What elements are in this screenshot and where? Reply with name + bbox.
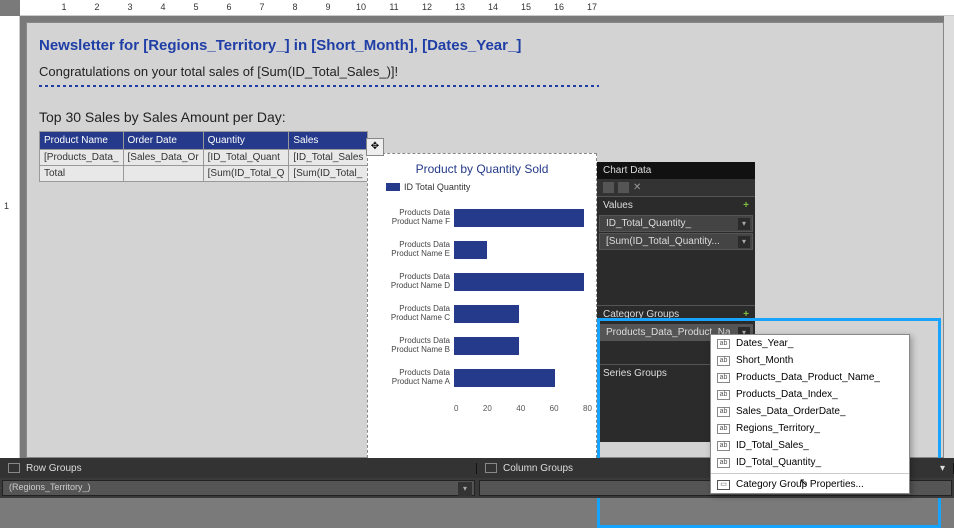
add-value-icon[interactable]: + [743, 200, 749, 211]
row-group-dropdown[interactable]: (Regions_Territory_) ▾ [2, 480, 475, 496]
legend-label: ID Total Quantity [404, 182, 470, 192]
chart-title[interactable]: Product by Quantity Sold [368, 162, 596, 176]
values-section: Values + ID_Total_Quantity_ ▾ [Sum(ID_To… [597, 196, 755, 255]
add-category-icon[interactable]: + [743, 309, 749, 320]
dotted-separator [39, 85, 599, 87]
field-icon: ab [717, 458, 730, 468]
sales-table[interactable]: Product Name Order Date Quantity Sales [… [39, 131, 368, 182]
chevron-down-icon[interactable]: ▾ [738, 218, 750, 230]
bar [454, 273, 584, 291]
col-quantity[interactable]: Quantity [203, 132, 289, 150]
column-groups-icon [485, 463, 497, 473]
pane-tool-icon[interactable] [603, 182, 614, 193]
chart-region[interactable]: ✥ Product by Quantity Sold ID Total Quan… [367, 153, 597, 463]
properties-icon: ▭ [717, 480, 730, 490]
chart-plot-area[interactable]: Products Data Product Name F Products Da… [376, 204, 596, 404]
col-sales[interactable]: Sales [289, 132, 368, 150]
field-icon: ab [717, 407, 730, 417]
subheading[interactable]: Top 30 Sales by Sales Amount per Day: [39, 109, 931, 125]
chevron-down-icon[interactable]: ▾ [738, 236, 750, 248]
value-field-item[interactable]: ID_Total_Quantity_ ▾ [599, 215, 753, 232]
row-groups-header[interactable]: Row Groups [0, 463, 477, 474]
menu-item[interactable]: abShort_Month [711, 352, 909, 369]
series-groups-label: Series Groups [603, 368, 667, 379]
table-row: [Products_Data_ [Sales_Data_Or [ID_Total… [40, 150, 368, 166]
menu-item[interactable]: abProducts_Data_Index_ [711, 386, 909, 403]
move-handle-icon[interactable]: ✥ [366, 138, 384, 156]
menu-item[interactable]: abRegions_Territory_ [711, 420, 909, 437]
congrats-text[interactable]: Congratulations on your total sales of [… [39, 64, 931, 79]
table-row: Total [Sum(ID_Total_Q [Sum(ID_Total_ [40, 166, 368, 182]
chart-data-title: Chart Data [603, 165, 651, 176]
page-title[interactable]: Newsletter for [Regions_Territory_] in [… [39, 37, 931, 54]
category-groups-label: Category Groups [603, 309, 679, 320]
field-icon: ab [717, 339, 730, 349]
bar [454, 369, 555, 387]
menu-item[interactable]: abSales_Data_OrderDate_ [711, 403, 909, 420]
table-header-row: Product Name Order Date Quantity Sales [40, 132, 368, 150]
menu-item[interactable]: abProducts_Data_Product_Name_ [711, 369, 909, 386]
field-context-menu[interactable]: abDates_Year_ abShort_Month abProducts_D… [710, 334, 910, 494]
row-groups-icon [8, 463, 20, 473]
field-icon: ab [717, 390, 730, 400]
chevron-down-icon[interactable]: ▾ [458, 482, 472, 496]
horizontal-ruler: 1 2 3 4 5 6 7 8 9 10 11 12 13 14 15 16 1… [20, 0, 954, 16]
field-icon: ab [717, 424, 730, 434]
close-icon[interactable]: ✕ [633, 182, 644, 193]
chart-data-toolbar[interactable]: ✕ [597, 179, 755, 196]
chevron-down-icon[interactable]: ▾ [940, 463, 945, 474]
value-expr-item[interactable]: [Sum(ID_Total_Quantity... ▾ [599, 233, 753, 250]
menu-item[interactable]: abID_Total_Quantity_ [711, 454, 909, 471]
bar [454, 241, 487, 259]
values-label: Values [603, 200, 633, 211]
col-order-date[interactable]: Order Date [123, 132, 203, 150]
menu-item[interactable]: abID_Total_Sales_ [711, 437, 909, 454]
pane-tool-icon[interactable] [618, 182, 629, 193]
vertical-scrollbar[interactable] [944, 16, 954, 458]
menu-item[interactable]: abDates_Year_ [711, 335, 909, 352]
bar [454, 305, 519, 323]
bar [454, 337, 519, 355]
chart-x-axis: 0 20 40 60 80 [454, 404, 596, 424]
field-icon: ab [717, 441, 730, 451]
field-icon: ab [717, 373, 730, 383]
chart-data-header[interactable]: Chart Data [597, 162, 755, 179]
chart-legend: ID Total Quantity [386, 182, 596, 192]
legend-swatch [386, 183, 400, 191]
menu-item-properties[interactable]: ▭Category Group Properties... [711, 476, 909, 493]
col-product-name[interactable]: Product Name [40, 132, 124, 150]
bar [454, 209, 584, 227]
menu-separator [711, 473, 909, 474]
field-icon: ab [717, 356, 730, 366]
vertical-ruler: 1 [0, 16, 20, 458]
